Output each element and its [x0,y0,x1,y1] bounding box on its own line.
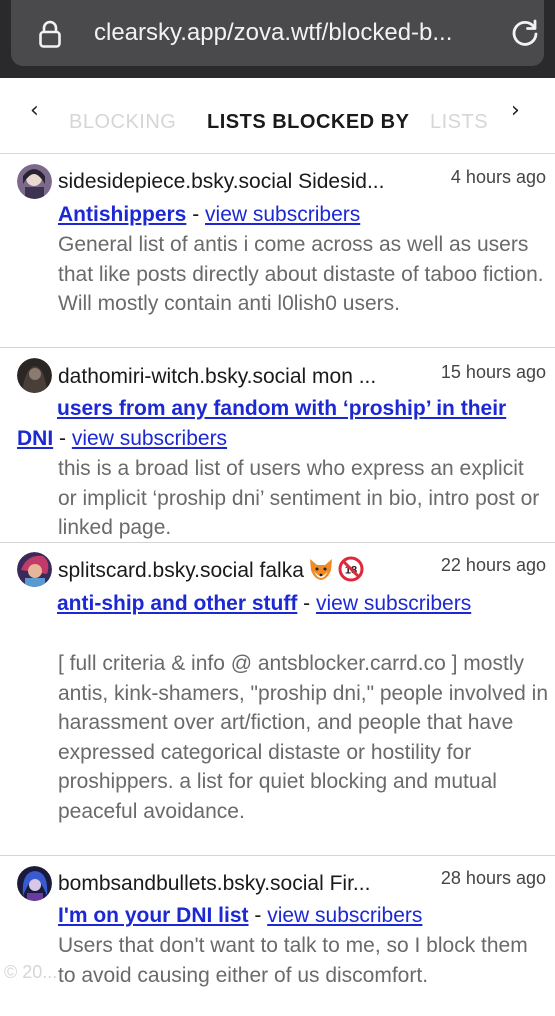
list-description: [ full criteria & info @ antsblocker.car… [58,652,548,823]
list-name-link[interactable]: I'm on your DNI list [58,904,249,927]
entry-handle-row: splitscard.bsky.social falka 18 [58,556,364,585]
watermark: © 20... [4,962,58,982]
list-item: sidesidepiece.bsky.social Sidesid... 4 h… [0,155,555,348]
list-item: bombsandbullets.bsky.social Fir... 28 ho… [0,856,555,1016]
list-name-link[interactable]: anti-ship and other stuff [57,592,297,615]
entry-links: users from any fandom with ‘proship’ in … [17,394,547,454]
link-separator: - [186,203,206,226]
no-under-18-icon: 18 [338,556,364,582]
tab-blocking[interactable]: BLOCKING [69,111,176,134]
avatar[interactable] [17,552,52,587]
view-subscribers-link[interactable]: view subscribers [316,592,471,615]
entry-links: I'm on your DNI list - view subscribers [58,901,548,931]
tab-lists[interactable]: LISTS [430,111,488,134]
entry-time: 28 hours ago [440,868,546,888]
entry-time: 22 hours ago [440,555,546,575]
lock-icon [39,20,61,48]
tab-bar: ‹ BLOCKING LISTS BLOCKED BY LISTS › [0,78,555,154]
entry-handle[interactable]: dathomiri-witch.bsky.social mon ... [58,363,430,391]
list-description: Users that don't want to talk to me, so … [58,934,528,987]
view-subscribers-link[interactable]: view subscribers [72,427,227,450]
view-subscribers-link[interactable]: view subscribers [205,203,360,226]
avatar[interactable] [17,164,52,199]
entry-time: 4 hours ago [450,167,546,187]
entry-handle[interactable]: splitscard.bsky.social falka [58,559,304,582]
entry-time: 15 hours ago [440,362,546,382]
tab-prev-arrow[interactable]: ‹ [30,98,39,123]
tab-lists-blocked-by[interactable]: LISTS BLOCKED BY [207,111,409,134]
entry-handle[interactable]: sidesidepiece.bsky.social Sidesid... [58,168,436,196]
browser-toolbar: clearsky.app/zova.wtf/blocked-b... [0,0,555,78]
address-bar[interactable]: clearsky.app/zova.wtf/blocked-b... [11,0,544,66]
url-text[interactable]: clearsky.app/zova.wtf/blocked-b... [94,17,484,49]
tab-next-arrow[interactable]: › [511,98,520,123]
entry-links: Antishippers - view subscribers [58,200,548,230]
avatar[interactable] [17,358,52,393]
link-separator: - [297,592,316,615]
fox-emoji-icon [309,559,332,580]
avatar[interactable] [17,866,52,901]
view-subscribers-link[interactable]: view subscribers [267,904,422,927]
list-description: this is a broad list of users who expres… [58,457,540,539]
list-item: dathomiri-witch.bsky.social mon ... 15 h… [0,348,555,543]
entry-handle[interactable]: bombsandbullets.bsky.social Fir... [58,870,422,898]
link-separator: - [248,904,268,927]
list-name-link[interactable]: Antishippers [58,203,186,226]
link-separator: - [53,427,72,450]
list-item: splitscard.bsky.social falka 18 22 hours… [0,543,555,856]
entry-links: anti-ship and other stuff - view subscri… [17,589,547,619]
list-description: General list of antis i come across as w… [58,233,544,315]
reload-icon[interactable] [510,18,540,48]
